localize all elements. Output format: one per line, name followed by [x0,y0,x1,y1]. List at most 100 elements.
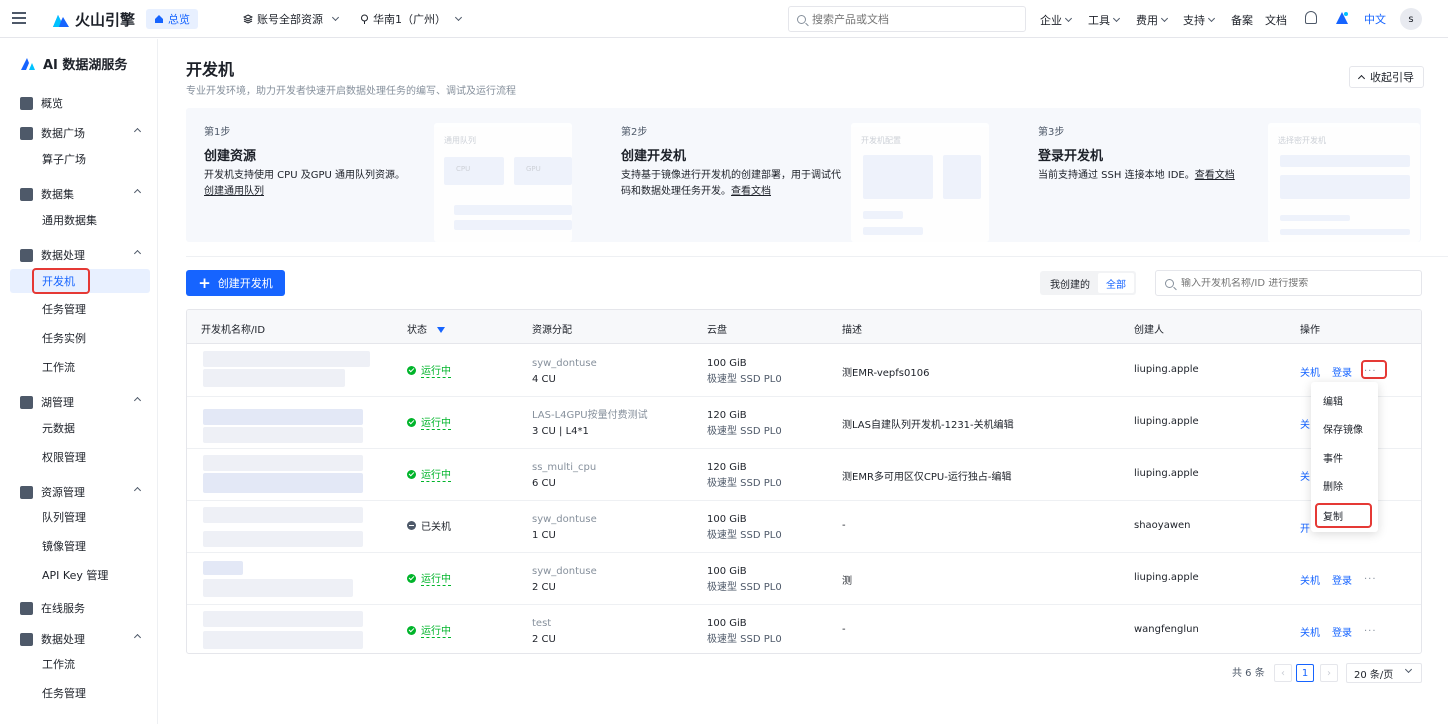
pagination-total: 共 6 条 [1232,668,1265,679]
view-docs-link[interactable]: 查看文档 [1195,170,1235,181]
description: - [842,624,846,635]
status-running-icon [407,417,416,427]
login-button[interactable]: 登录 [1332,572,1352,587]
filter-mine-tab[interactable]: 我创建的 [1042,273,1098,293]
status-text: 运行中 [421,570,451,586]
page-number-button[interactable]: 1 [1296,664,1314,682]
resource-cell: test 2 CU [532,616,556,648]
sidebar-group-data-processing[interactable]: 数据处理 [20,247,144,263]
brand-logo[interactable]: 火山引擎 [52,9,135,30]
table-row[interactable]: 运行中 ss_multi_cpu 6 CU 120 GiB 极速型 SSD PL0 … [187,449,1421,501]
menu-item-delete[interactable]: 删除 [1323,478,1343,493]
sidebar-group-dataset[interactable]: 数据集 [20,186,144,202]
sidebar-group-data-square[interactable]: 数据广场 [20,125,144,141]
login-button[interactable]: 登录 [1332,624,1352,639]
column-header: 创建人 [1134,325,1164,336]
table-row[interactable]: 运行中 syw_dontuse 2 CU 100 GiB 极速型 SSD PL0 测… [187,553,1421,605]
sidebar-item-task-instance[interactable]: 任务实例 [10,326,150,350]
global-search-input[interactable] [812,12,1012,26]
home-button[interactable]: 总览 [146,9,198,29]
disk-size: 120 GiB [707,410,747,421]
creator: liuping.apple [1134,572,1199,583]
chevron-up-icon [133,127,142,136]
layers-icon [243,14,253,24]
create-button-label: 创建开发机 [217,277,273,290]
sidebar-item-task-management[interactable]: 任务管理 [10,297,150,321]
illustration-block [863,211,903,219]
table-row[interactable]: 运行中 LAS-L4GPU按量付费测试 3 CU | L4*1 120 GiB 极速… [187,397,1421,449]
sidebar-item-queue[interactable]: 队列管理 [10,505,150,529]
table-row[interactable]: 已关机 syw_dontuse 1 CU 100 GiB 极速型 SSD PL0 -… [187,501,1421,553]
nav-enterprise[interactable]: 企业 [1040,12,1073,28]
nav-docs[interactable]: 文档 [1265,12,1287,28]
sidebar-group-lake-management[interactable]: 湖管理 [20,394,144,410]
nav-tools[interactable]: 工具 [1088,12,1121,28]
sidebar-item-metadata[interactable]: 元数据 [10,416,150,440]
menu-item-save-image[interactable]: 保存镜像 [1323,421,1363,436]
nav-filing[interactable]: 备案 [1231,12,1253,28]
redacted-id [203,427,363,443]
process-icon [20,632,33,646]
status-badge: 运行中 [407,466,451,482]
chevron-up-icon [133,633,142,642]
sidebar-item-workflow-2[interactable]: 工作流 [10,652,150,676]
menu-item-events[interactable]: 事件 [1323,450,1343,465]
account-scope-select[interactable]: 账号全部资源 [243,11,340,27]
filter-all-tab[interactable]: 全部 [1098,273,1134,293]
sidebar-item-label: 工作流 [42,658,75,671]
sidebar-item-api-key[interactable]: API Key 管理 [10,563,150,587]
view-docs-link[interactable]: 查看文档 [731,186,771,197]
table-search-input[interactable] [1181,277,1411,289]
status-badge: 运行中 [407,622,451,638]
sidebar-group-resource-management[interactable]: 资源管理 [20,484,144,500]
table-row[interactable]: 运行中 test 2 CU 100 GiB 极速型 SSD PL0 - wangfe… [187,605,1421,653]
table-search[interactable] [1155,270,1422,296]
menu-item-edit[interactable]: 编辑 [1323,393,1343,408]
sidebar-item-operator-square[interactable]: 算子广场 [10,147,150,171]
highlight-box [1361,360,1387,379]
sidebar-item-label: 权限管理 [42,451,86,464]
start-button[interactable]: 开 [1300,520,1310,535]
sidebar-group-data-processing-2[interactable]: 数据处理 [20,631,144,647]
create-queue-link[interactable]: 创建通用队列 [204,186,264,197]
shutdown-button[interactable]: 关 [1300,416,1310,431]
step-illustration: 通用队列 CPU GPU [434,123,572,242]
more-actions-button[interactable]: ··· [1364,574,1377,585]
shutdown-button[interactable]: 关机 [1300,624,1320,639]
sidebar-group-online-service[interactable]: 在线服务 [20,600,144,616]
sidebar-item-general-dataset[interactable]: 通用数据集 [10,208,150,232]
illustration-title: 选择密开发机 [1278,136,1326,145]
prev-page-button[interactable]: ‹ [1274,664,1292,682]
status-running-icon [407,625,416,635]
nav-billing[interactable]: 费用 [1136,12,1169,28]
sidebar-group-overview[interactable]: 概览 [20,95,144,111]
login-button[interactable]: 登录 [1332,364,1352,379]
filter-icon[interactable] [437,327,445,333]
step-title: 创建开发机 [621,149,687,164]
user-avatar[interactable]: s [1400,8,1422,30]
nav-support[interactable]: 支持 [1183,12,1216,28]
shutdown-button[interactable]: 关 [1300,468,1310,483]
sidebar-item-image[interactable]: 镜像管理 [10,534,150,558]
next-page-button[interactable]: › [1320,664,1338,682]
status-running-icon [407,365,416,375]
shutdown-button[interactable]: 关机 [1300,572,1320,587]
illustration-block [943,155,981,199]
menu-icon[interactable] [12,12,26,24]
table-header: 开发机名称/ID 状态 资源分配 云盘 描述 创建人 操作 [187,310,1421,344]
step-description: 开发机支持使用 CPU 及GPU 通用队列资源。 创建通用队列 [204,168,424,200]
bell-icon[interactable] [1305,11,1317,24]
page-size-select[interactable]: 20 条/页 [1346,663,1422,683]
table-row[interactable]: 运行中 syw_dontuse 4 CU 100 GiB 极速型 SSD PL0 测… [187,345,1421,397]
collapse-guide-button[interactable]: 收起引导 [1349,66,1424,88]
create-dev-machine-button[interactable]: + 创建开发机 [186,270,285,296]
ai-assistant-icon[interactable] [1334,10,1350,26]
sidebar-item-task-management-2[interactable]: 任务管理 [10,681,150,705]
sidebar-item-workflow[interactable]: 工作流 [10,355,150,379]
sidebar-item-permission[interactable]: 权限管理 [10,445,150,469]
global-search[interactable] [788,6,1026,32]
more-actions-button[interactable]: ··· [1364,626,1377,637]
language-switch[interactable]: 中文 [1364,11,1386,27]
shutdown-button[interactable]: 关机 [1300,364,1320,379]
region-select[interactable]: 华南1（广州） [360,11,463,27]
